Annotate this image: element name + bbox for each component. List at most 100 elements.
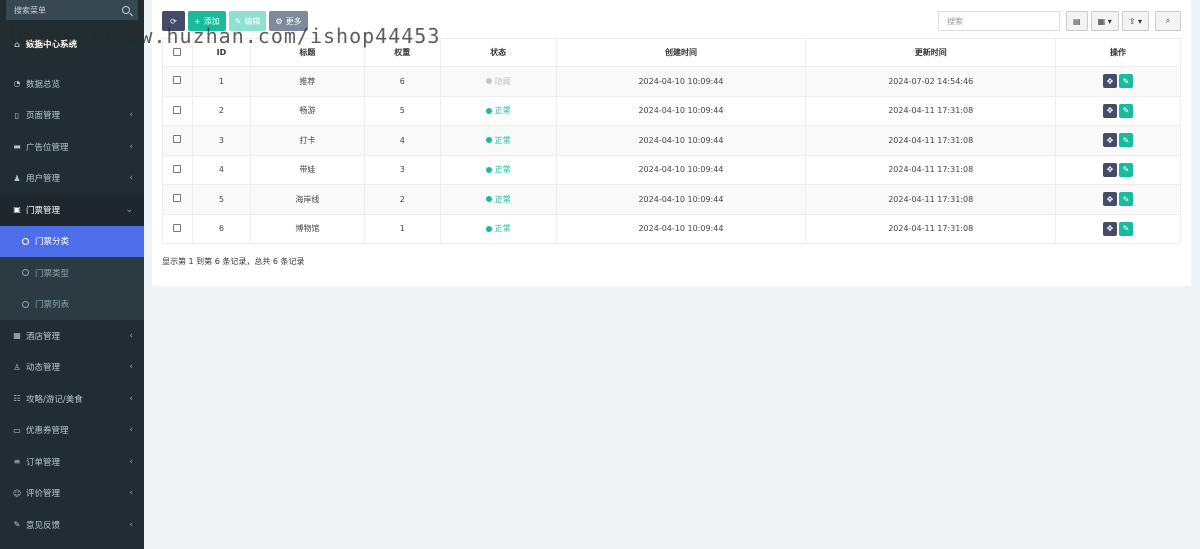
cell-status: 正常 [439,95,557,126]
status-text: 正常 [494,106,511,116]
sidebar-item[interactable]: ✉消息推送管理‹ [0,541,144,549]
edit-pencil-icon[interactable]: ✎ [1119,74,1134,89]
more-button[interactable]: ⚙ 更多 [269,11,308,31]
status-text: 正常 [494,165,511,175]
column-header-status[interactable]: 状态 [439,38,557,67]
sidebar-item[interactable]: ▬ 广告位管理 ‹ [0,131,144,163]
chevron-icon: ‹ [129,519,133,530]
walk-icon: ♙ [13,362,21,372]
select-all-checkbox[interactable] [173,47,182,56]
sidebar-item[interactable]: ▯ 页面管理 ‹ [0,100,144,132]
row-select-cell[interactable] [162,95,193,126]
toggle-view-button[interactable]: ▤ [1066,11,1088,31]
select-all-header[interactable] [162,38,193,67]
column-header-weight[interactable]: 权重 [363,38,441,67]
status-badge: 正常 [485,164,511,175]
drag-move-icon[interactable]: ✥ [1103,221,1118,236]
drag-move-icon[interactable]: ✥ [1103,74,1118,89]
comment-icon: ☺ [12,488,22,498]
cell-status: 正常 [439,184,557,215]
edit-pencil-icon[interactable]: ✎ [1119,133,1134,148]
drag-move-icon[interactable]: ✥ [1103,162,1118,177]
dashboard-icon: ◔ [13,79,21,89]
search-button[interactable]: ⌕ [1155,11,1181,31]
table-row[interactable]: 1 推荐 6 隐藏 2024-04-10 10:09:44 2024-07-02 14:5… [162,66,1181,97]
export-dropdown-button[interactable]: ⇪ ▾ [1121,11,1149,31]
sidebar-subitem[interactable]: 门票类型 [0,257,144,289]
sidebar-item[interactable]: ⌂ 数据中心系统 [0,20,144,68]
cell-actions: ✥ ✎ [1055,213,1181,244]
table-row[interactable]: 4 带娃 3 正常 2024-04-10 10:09:44 2024-04-11 17:3… [162,154,1181,185]
row-checkbox[interactable] [173,76,182,85]
sidebar-item-label: 评价管理 [26,489,61,500]
drag-move-icon[interactable]: ✥ [1103,103,1118,118]
cell-id: 2 [191,95,251,126]
cell-updated: 2024-04-11 17:31:08 [805,125,1057,156]
row-checkbox[interactable] [173,194,182,203]
cell-id: 6 [191,213,251,244]
edit-button[interactable]: ✎ 编辑 [228,11,267,31]
sidebar-item[interactable]: ▦ 酒店管理 ‹ [0,320,144,352]
cell-actions: ✥ ✎ [1055,184,1181,215]
chevron-icon: ‹ [129,393,133,404]
table-row[interactable]: 5 海岸线 2 正常 2024-04-10 10:09:44 2024-04-11 17:… [162,184,1181,215]
cell-title: 打卡 [249,125,365,156]
sidebar-item[interactable]: ▣ 门票管理 ⌄ [0,194,144,226]
sidebar-item[interactable]: ✎ 意见反馈 ‹ [0,509,144,541]
edit-pencil-icon[interactable]: ✎ [1119,162,1134,177]
row-checkbox[interactable] [173,164,182,173]
cell-id: 1 [191,66,251,97]
refresh-button[interactable]: ⟳ [162,11,185,31]
edit-pencil-icon[interactable]: ✎ [1119,192,1134,207]
cell-title: 推荐 [249,66,365,97]
column-header-updated[interactable]: 更新时间 [805,38,1057,67]
status-text: 正常 [494,135,511,145]
edit-pencil-icon[interactable]: ✎ [1119,221,1134,236]
table-row[interactable]: 6 博物馆 1 正常 2024-04-10 10:09:44 2024-04-11 17:… [162,213,1181,244]
row-checkbox[interactable] [173,135,182,144]
row-select-cell[interactable] [162,66,193,97]
edit-pencil-icon[interactable]: ✎ [1119,103,1134,118]
sidebar-subitem-label: 门票类型 [35,268,70,279]
cell-status: 正常 [439,154,557,185]
sidebar-item[interactable]: ♙ 动态管理 ‹ [0,352,144,384]
cell-status: 正常 [439,213,557,244]
billboard-icon: ▬ [13,142,21,152]
sidebar-item[interactable]: ☺ 评价管理 ‹ [0,478,144,510]
row-select-cell[interactable] [162,184,193,215]
table-row[interactable]: 2 畅游 5 正常 2024-04-10 10:09:44 2024-04-11 17:3… [162,95,1181,126]
ticket-icon: ▣ [13,205,21,215]
row-checkbox[interactable] [173,105,182,114]
column-header-id[interactable]: ID [191,38,251,67]
sidebar-item[interactable]: ▭ 优惠券管理 ‹ [0,415,144,447]
row-select-cell[interactable] [162,125,193,156]
cell-updated: 2024-04-11 17:31:08 [805,213,1057,244]
column-header-created[interactable]: 创建时间 [555,38,807,67]
drag-move-icon[interactable]: ✥ [1103,133,1118,148]
sidebar-search[interactable]: 搜索菜单 [6,0,138,20]
cell-weight: 1 [363,213,441,244]
pencil-icon: ✎ [234,16,242,26]
sidebar-item[interactable]: ≡ 订单管理 ‹ [0,446,144,478]
cell-id: 4 [191,154,251,185]
status-dot-icon [485,225,492,232]
table-row[interactable]: 3 打卡 4 正常 2024-04-10 10:09:44 2024-04-11 17:3… [162,125,1181,156]
row-select-cell[interactable] [162,213,193,244]
cell-title: 带娃 [249,154,365,185]
sidebar-subitem[interactable]: 门票列表 [0,288,144,320]
sidebar-subitem[interactable]: 门票分类 [0,225,144,257]
chevron-icon: ⌄ [125,204,133,215]
status-badge: 隐藏 [485,76,511,87]
table-search-input[interactable]: 搜索 [938,11,1061,31]
add-button[interactable]: + 添加 [188,11,226,31]
row-checkbox[interactable] [173,223,182,232]
sidebar-item[interactable]: ◔ 数据总览 [0,68,144,100]
drag-move-icon[interactable]: ✥ [1103,192,1118,207]
sidebar-item[interactable]: ♟ 用户管理 ‹ [0,163,144,195]
column-header-title[interactable]: 标题 [249,38,365,67]
cell-title: 海岸线 [249,184,365,215]
row-select-cell[interactable] [162,154,193,185]
columns-dropdown-button[interactable]: ▦ ▾ [1090,11,1119,31]
sidebar-item[interactable]: ☷ 攻略/游记/美食 ‹ [0,383,144,415]
list-icon: ≡ [13,457,21,467]
